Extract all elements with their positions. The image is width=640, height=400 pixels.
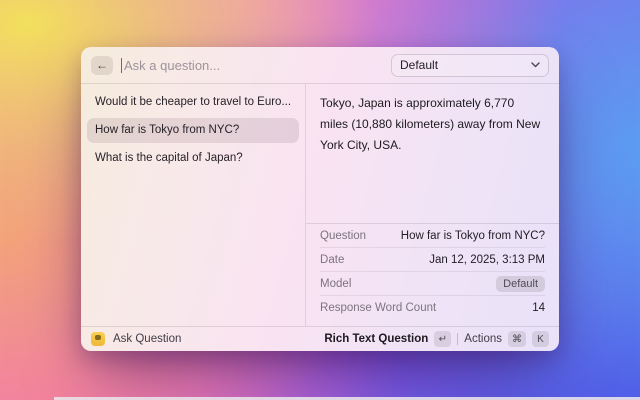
action-bar: Ask Question Rich Text Question ↵ Action… [81, 326, 559, 351]
question-list-item[interactable]: What is the capital of Japan? [87, 146, 299, 171]
model-badge: Default [496, 276, 545, 292]
ask-question-app-icon [91, 332, 105, 346]
text-cursor [121, 58, 122, 73]
rich-text-question-button[interactable]: Rich Text Question [324, 333, 428, 345]
model-dropdown[interactable]: Default [391, 54, 549, 77]
metadata-row-model: Model Default [320, 272, 545, 296]
metadata-row-question: Question How far is Tokyo from NYC? [320, 224, 545, 248]
metadata-label: Question [320, 230, 366, 242]
metadata-row-word-count: Response Word Count 14 [320, 296, 545, 320]
search-placeholder: Ask a question... [124, 58, 220, 73]
return-key-icon: ↵ [434, 331, 451, 347]
metadata-value: How far is Tokyo from NYC? [401, 230, 545, 242]
search-bar: ← Ask a question... Default [81, 47, 559, 84]
chevron-down-icon [531, 62, 540, 68]
metadata-panel: Question How far is Tokyo from NYC? Date… [306, 223, 559, 326]
model-dropdown-value: Default [400, 58, 438, 72]
metadata-value: 14 [532, 302, 545, 314]
metadata-label: Date [320, 254, 344, 266]
command-key-icon: ⌘ [508, 331, 526, 347]
desktop-background: ← Ask a question... Default Would it be … [0, 0, 640, 400]
metadata-label: Model [320, 278, 351, 290]
search-input[interactable]: Ask a question... [121, 58, 383, 73]
metadata-label: Response Word Count [320, 302, 436, 314]
question-list-item-selected[interactable]: How far is Tokyo from NYC? [87, 118, 299, 143]
detail-panel: Tokyo, Japan is approximately 6,770 mile… [306, 84, 559, 326]
k-key-icon: K [532, 331, 549, 347]
back-arrow-icon: ← [96, 56, 108, 75]
metadata-value: Jan 12, 2025, 3:13 PM [429, 254, 545, 266]
actions-button[interactable]: Actions [464, 333, 502, 345]
answer-text: Tokyo, Japan is approximately 6,770 mile… [306, 84, 559, 223]
window-content: Would it be cheaper to travel to Euro...… [81, 84, 559, 326]
question-list-item[interactable]: Would it be cheaper to travel to Euro... [87, 90, 299, 115]
footer-divider [457, 333, 458, 345]
back-button[interactable]: ← [91, 56, 113, 75]
action-bar-right: Rich Text Question ↵ Actions ⌘ K [324, 331, 549, 347]
command-name: Ask Question [113, 333, 181, 345]
metadata-row-date: Date Jan 12, 2025, 3:13 PM [320, 248, 545, 272]
question-list: Would it be cheaper to travel to Euro...… [81, 84, 306, 326]
app-window: ← Ask a question... Default Would it be … [81, 47, 559, 351]
app-icon-face [95, 335, 101, 340]
